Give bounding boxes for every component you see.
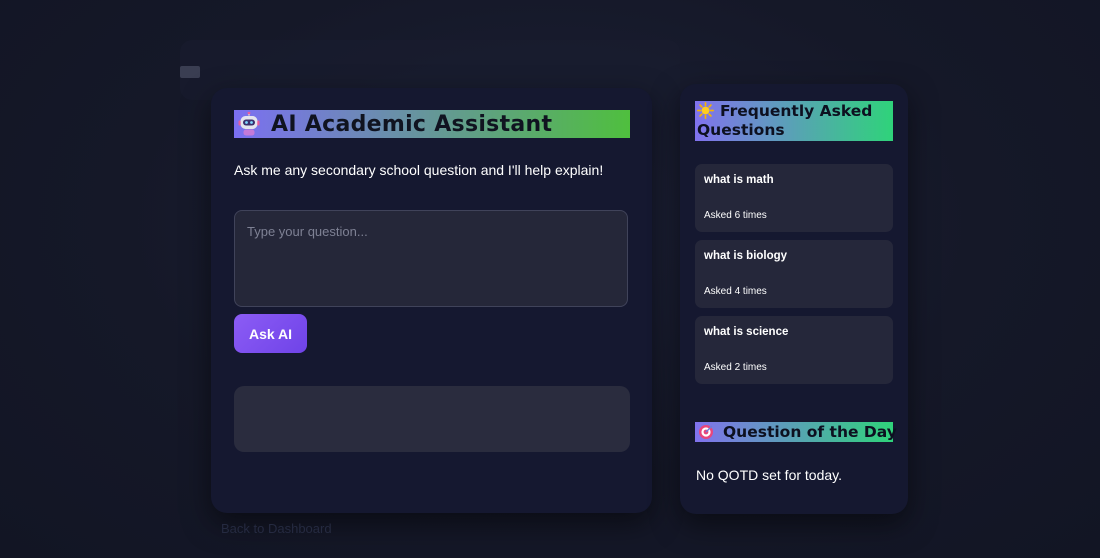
page-title-bar: AI Academic Assistant <box>234 110 630 138</box>
page: AI Academic Assistant Ask me any seconda… <box>0 0 1100 558</box>
page-subtitle: Ask me any secondary school question and… <box>234 162 604 178</box>
assistant-card: AI Academic Assistant Ask me any seconda… <box>211 88 652 513</box>
faq-item[interactable]: what is biology Asked 4 times <box>695 240 893 308</box>
answer-box <box>234 386 630 452</box>
sun-icon <box>697 102 714 119</box>
qotd-heading: Question of the Day <box>695 422 897 442</box>
faq-question: what is math <box>704 174 774 186</box>
target-icon <box>699 425 713 439</box>
qotd-heading-text: Question of the Day <box>723 423 897 441</box>
sidebar-card: Frequently Asked Questions what is math … <box>680 84 908 514</box>
faq-item[interactable]: what is math Asked 6 times <box>695 164 893 232</box>
faq-item[interactable]: what is science Asked 2 times <box>695 316 893 384</box>
background-chip <box>180 66 200 78</box>
faq-ask-count: Asked 4 times <box>704 286 767 297</box>
question-input[interactable] <box>234 210 628 307</box>
page-title: AI Academic Assistant <box>271 111 553 137</box>
faq-ask-count: Asked 2 times <box>704 362 767 373</box>
faq-heading: Frequently Asked Questions <box>695 101 893 141</box>
back-to-dashboard-link[interactable]: Back to Dashboard <box>221 521 332 536</box>
robot-icon <box>238 112 260 136</box>
ask-ai-button[interactable]: Ask AI <box>234 314 307 353</box>
faq-ask-count: Asked 6 times <box>704 210 767 221</box>
faq-heading-text: Frequently Asked Questions <box>697 102 873 139</box>
faq-question: what is biology <box>704 250 788 262</box>
qotd-text: No QOTD set for today. <box>696 467 843 483</box>
faq-question: what is science <box>704 326 789 338</box>
